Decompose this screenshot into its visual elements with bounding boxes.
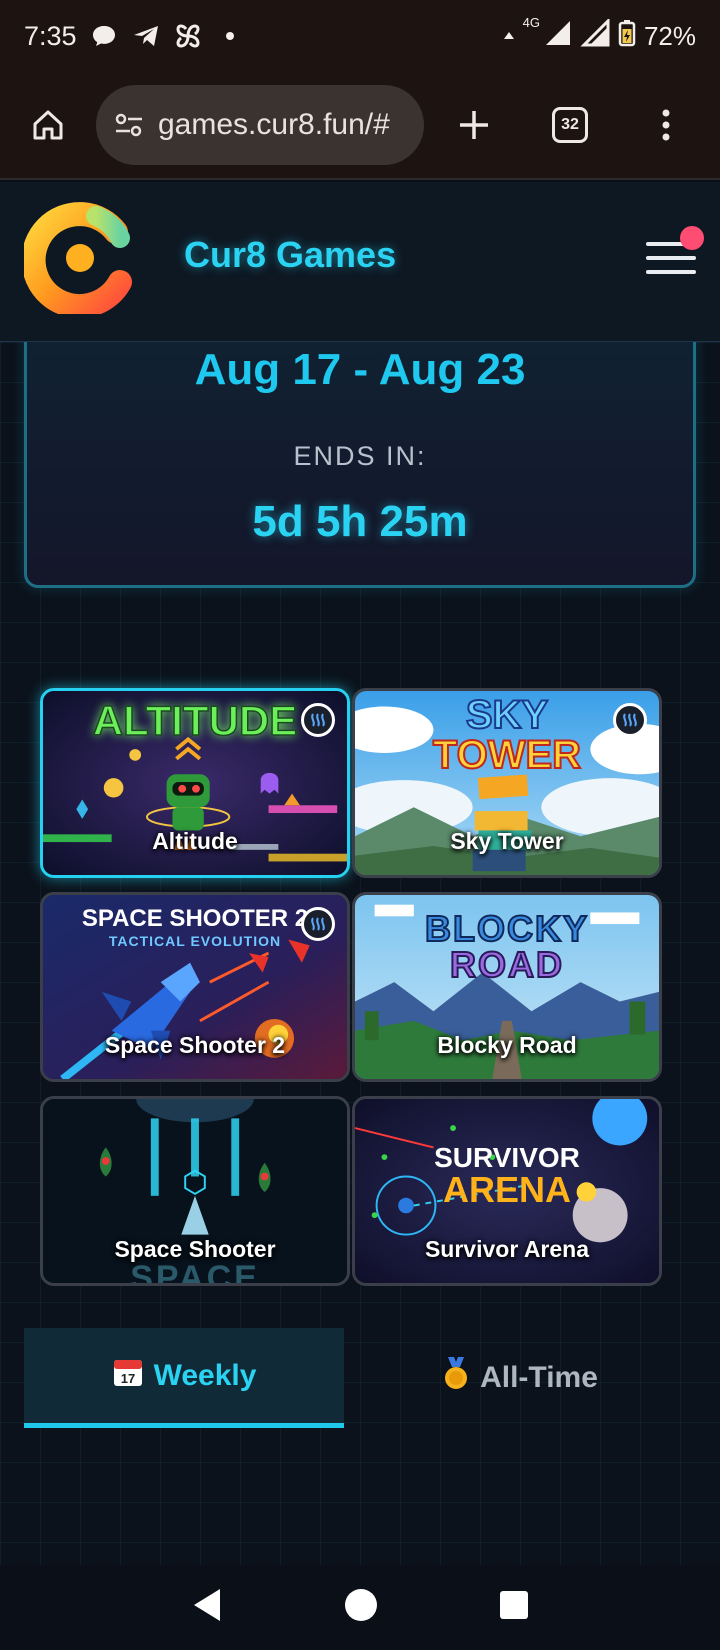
space-shooter-art-title: SPACE <box>130 1259 260 1286</box>
tab-all-time-label: All-Time <box>480 1361 598 1394</box>
recents-square-icon <box>500 1591 528 1619</box>
url-text: games.cur8.fun/# <box>158 108 390 141</box>
home-icon <box>33 110 63 140</box>
status-time: 7:35 <box>24 20 77 51</box>
recents-button[interactable] <box>498 1589 530 1626</box>
medal-icon <box>442 1357 470 1399</box>
more-notifications-dot <box>215 21 245 51</box>
main-content: Aug 17 - Aug 23 ENDS IN: 5d 5h 25m ALTIT… <box>0 342 720 1565</box>
space-shooter-2-art-subtitle: TACTICAL EVOLUTION <box>108 933 282 949</box>
blocky-road-art-title-2: ROAD <box>449 944 564 985</box>
steem-badge-icon <box>301 907 335 941</box>
game-tile-space-shooter[interactable]: SPACE Space Shooter <box>40 1096 350 1286</box>
ends-in-label: ENDS IN: <box>293 441 427 471</box>
chat-bubble-icon <box>89 21 119 51</box>
back-triangle-icon <box>194 1589 220 1621</box>
sky-tower-art-title-2: TOWER <box>432 733 582 777</box>
game-name: Sky Tower <box>450 828 564 854</box>
game-tile-blocky-road[interactable]: BLOCKY ROAD Blocky Road <box>352 892 662 1082</box>
steem-badge-icon <box>301 703 335 737</box>
url-bar[interactable]: games.cur8.fun/# <box>96 85 424 165</box>
telegram-icon <box>131 21 161 51</box>
tab-switcher-button[interactable]: 32 <box>522 77 618 173</box>
home-nav-button[interactable] <box>344 1588 378 1627</box>
plus-icon <box>460 111 488 139</box>
tab-all-time[interactable]: All-Time <box>360 1328 680 1428</box>
back-button[interactable] <box>190 1587 224 1628</box>
status-bar: 7:35 4G 72% <box>0 0 720 72</box>
tab-weekly[interactable]: 17 Weekly <box>24 1328 344 1428</box>
leaderboard-tabs: 17 Weekly All-Time <box>24 1328 696 1428</box>
tab-count: 32 <box>552 107 588 143</box>
browser-toolbar: games.cur8.fun/# 32 <box>0 72 720 180</box>
steem-badge-icon <box>613 703 647 737</box>
game-tile-survivor-arena[interactable]: SURVIVOR ARENA Survivor Arena <box>352 1096 662 1286</box>
blocky-road-art-title-1: BLOCKY <box>424 908 589 949</box>
battery-percent: 72% <box>643 20 696 51</box>
network-type: 4G <box>522 14 540 30</box>
more-vert-icon <box>662 109 670 141</box>
battery-icon <box>618 19 636 54</box>
home-button[interactable] <box>0 77 96 173</box>
game-name: Survivor Arena <box>424 1236 590 1262</box>
game-name: Space Shooter <box>114 1236 276 1262</box>
site-title[interactable]: Cur8 Games <box>184 234 396 276</box>
site-header: Cur8 Games <box>0 182 720 342</box>
signal-icon-2 <box>580 16 610 54</box>
svg-text:17: 17 <box>120 1371 134 1386</box>
fan-app-icon <box>173 21 203 51</box>
site-settings-icon[interactable] <box>114 112 144 138</box>
survivor-arena-art-title-2: ARENA <box>442 1169 571 1210</box>
game-tile-altitude[interactable]: ALTITUDE Altitude <box>40 688 350 878</box>
game-name: Altitude <box>152 828 238 854</box>
tab-weekly-label: Weekly <box>153 1358 257 1392</box>
system-nav-bar <box>0 1565 720 1650</box>
game-tile-sky-tower[interactable]: SKY TOWER Sky Tower <box>352 688 662 878</box>
game-tile-space-shooter-2[interactable]: SPACE SHOOTER 2 TACTICAL EVOLUTION Space… <box>40 892 350 1082</box>
game-name: Blocky Road <box>437 1032 577 1058</box>
data-activity-icon <box>503 21 515 52</box>
notification-dot <box>680 226 704 250</box>
new-tab-button[interactable] <box>426 77 522 173</box>
cur8-logo[interactable] <box>21 202 136 319</box>
week-range: Aug 17 - Aug 23 <box>194 345 526 394</box>
countdown-timer: 5d 5h 25m <box>252 497 468 546</box>
home-circle-icon <box>345 1589 377 1621</box>
signal-icon <box>542 19 572 54</box>
calendar-icon: 17 <box>112 1356 144 1396</box>
weekly-challenge-card: Aug 17 - Aug 23 ENDS IN: 5d 5h 25m <box>24 342 696 588</box>
browser-menu-button[interactable] <box>618 77 714 173</box>
game-name: Space Shooter 2 <box>104 1032 286 1058</box>
